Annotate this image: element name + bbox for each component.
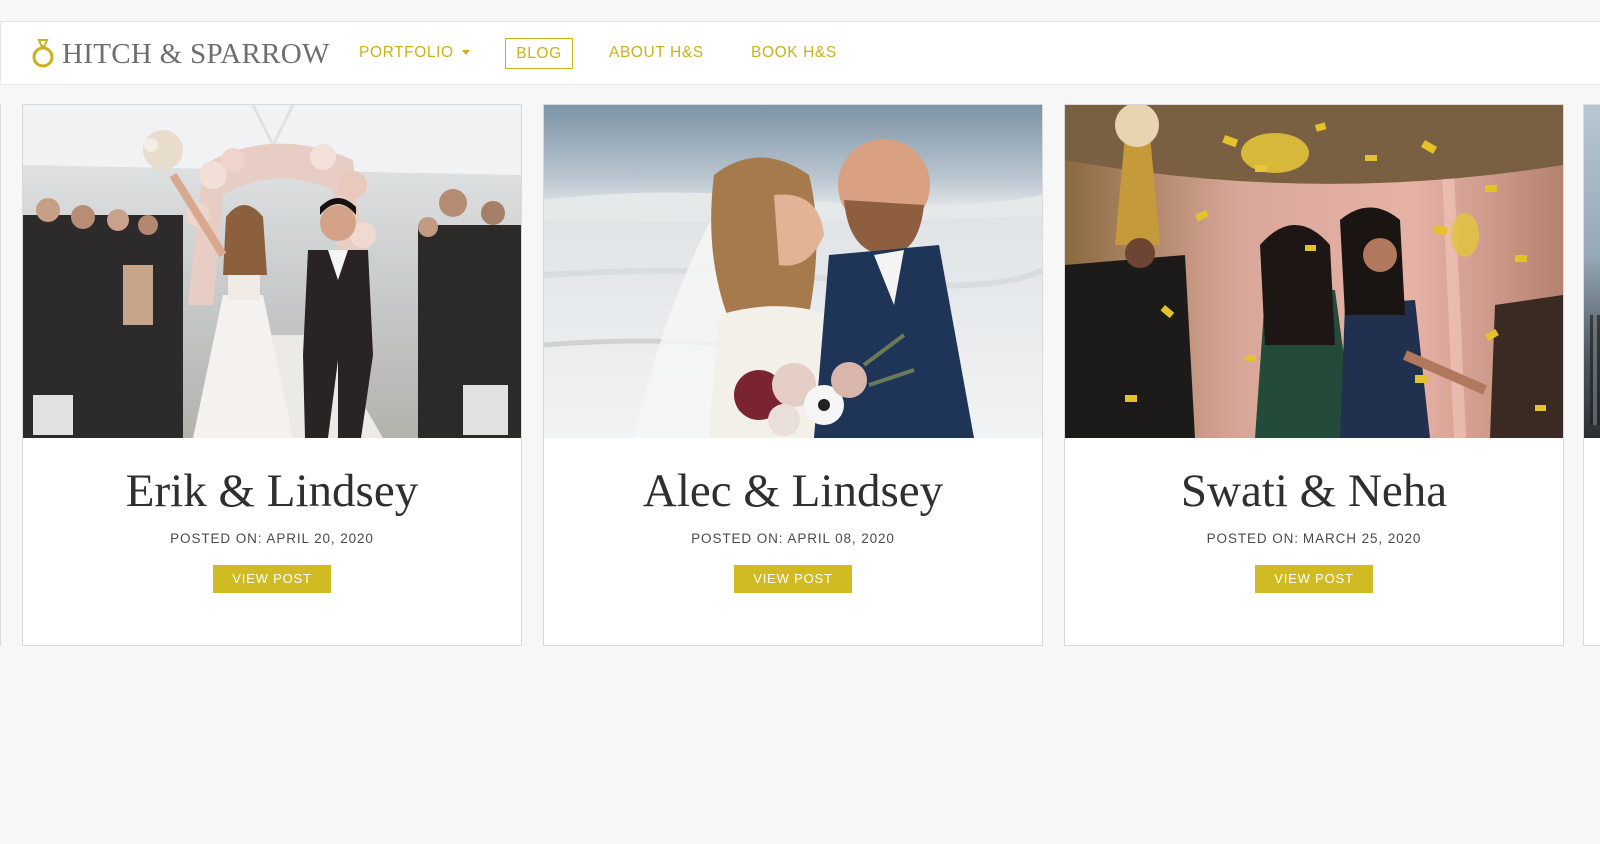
previous-card-edge[interactable] bbox=[0, 104, 1, 646]
nav-blog[interactable]: BLOG bbox=[505, 38, 573, 69]
nav-about[interactable]: ABOUT H&S bbox=[609, 38, 704, 69]
post-photo[interactable] bbox=[544, 105, 1042, 438]
post-date-value: APRIL 08, 2020 bbox=[787, 531, 895, 546]
chevron-down-icon bbox=[461, 50, 470, 56]
post-date-label: POSTED ON: bbox=[170, 531, 263, 546]
next-card-photo bbox=[1584, 105, 1600, 438]
ring-icon bbox=[32, 38, 54, 70]
post-title[interactable]: Erik & Lindsey bbox=[23, 464, 521, 518]
post-photo[interactable] bbox=[1065, 105, 1563, 438]
post-date: POSTED ON: MARCH 25, 2020 bbox=[1065, 531, 1563, 546]
blog-post-card: Swati & Neha POSTED ON: MARCH 25, 2020 VI… bbox=[1064, 104, 1564, 646]
post-date: POSTED ON: APRIL 08, 2020 bbox=[544, 531, 1042, 546]
post-date-value: MARCH 25, 2020 bbox=[1302, 531, 1422, 546]
post-title[interactable]: Alec & Lindsey bbox=[544, 464, 1042, 518]
post-date-label: POSTED ON: bbox=[1206, 531, 1299, 546]
view-post-button[interactable]: VIEW POST bbox=[734, 565, 852, 593]
site-header: HITCH & SPARROW PORTFOLIO BLOG ABOUT H&S… bbox=[0, 21, 1600, 85]
post-photo[interactable] bbox=[23, 105, 521, 438]
post-date-value: APRIL 20, 2020 bbox=[266, 531, 374, 546]
brand-logo-link[interactable]: HITCH & SPARROW bbox=[32, 36, 330, 72]
blog-post-card: Erik & Lindsey POSTED ON: APRIL 20, 2020 … bbox=[22, 104, 522, 646]
brand-name: HITCH & SPARROW bbox=[62, 37, 330, 70]
post-date: POSTED ON: APRIL 20, 2020 bbox=[23, 531, 521, 546]
view-post-button[interactable]: VIEW POST bbox=[213, 565, 331, 593]
post-title[interactable]: Swati & Neha bbox=[1065, 464, 1563, 518]
view-post-button[interactable]: VIEW POST bbox=[1255, 565, 1373, 593]
nav-book[interactable]: BOOK H&S bbox=[751, 38, 837, 69]
nav-portfolio[interactable]: PORTFOLIO bbox=[359, 38, 470, 69]
next-card-edge[interactable] bbox=[1583, 104, 1600, 646]
post-date-label: POSTED ON: bbox=[691, 531, 784, 546]
nav-portfolio-label: PORTFOLIO bbox=[359, 44, 454, 61]
blog-post-card: Alec & Lindsey POSTED ON: APRIL 08, 2020 … bbox=[543, 104, 1043, 646]
